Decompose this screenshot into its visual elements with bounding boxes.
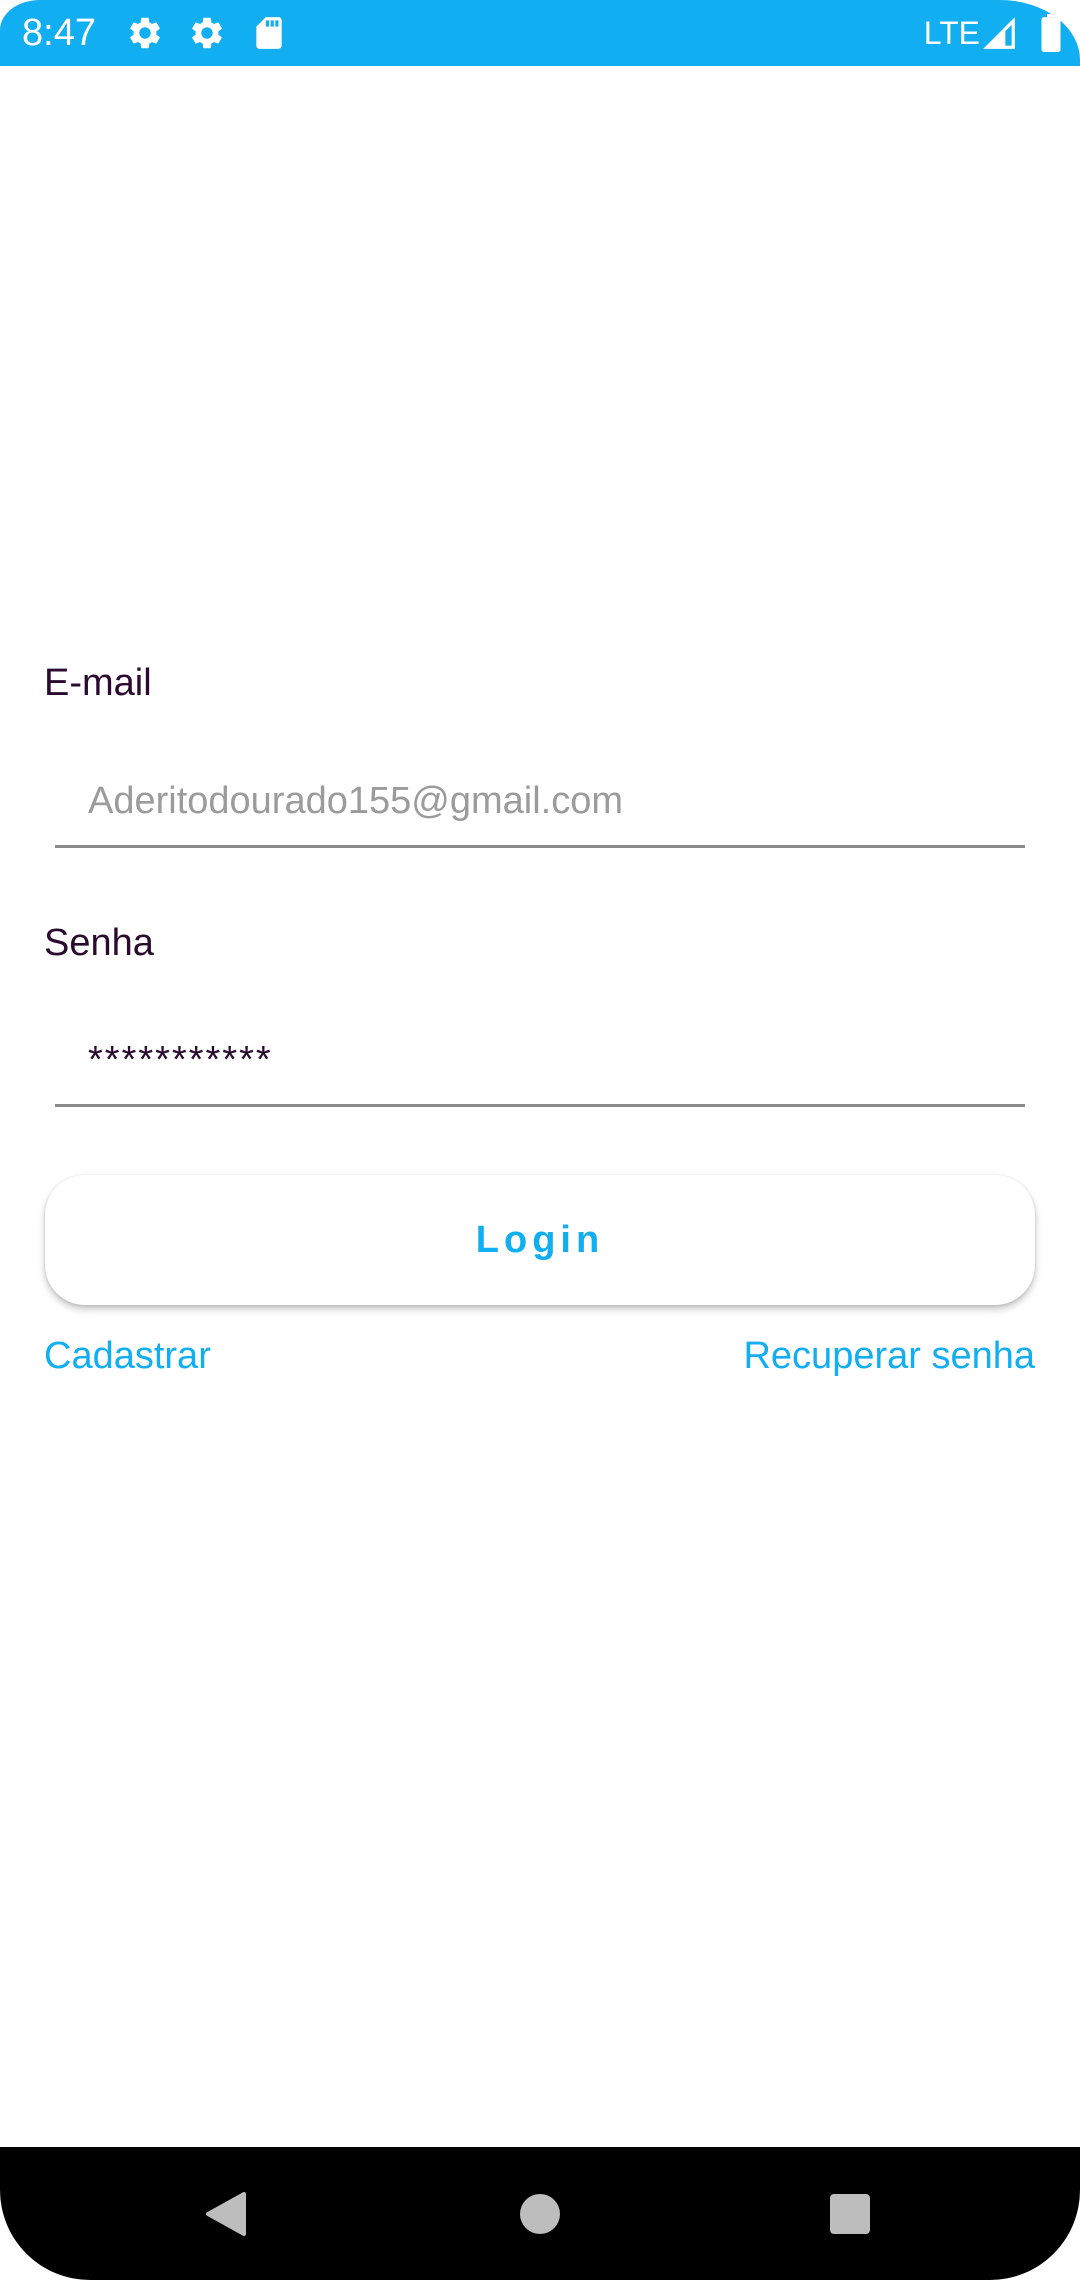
battery-icon (1041, 14, 1061, 52)
back-icon (206, 2191, 246, 2236)
login-button[interactable]: Login (45, 1175, 1035, 1305)
email-field[interactable] (55, 758, 1025, 848)
back-button[interactable] (146, 2147, 306, 2280)
password-field[interactable] (55, 1017, 1025, 1107)
home-icon (520, 2193, 560, 2234)
settings-icon (192, 17, 222, 49)
recents-icon (830, 2193, 870, 2234)
signal-icon (983, 17, 1015, 49)
register-link[interactable]: Cadastrar (44, 1333, 211, 1379)
network-type: LTE (923, 15, 980, 51)
email-label: E-mail (44, 662, 152, 704)
navigation-bar (0, 2147, 1080, 2280)
recents-button[interactable] (770, 2147, 930, 2280)
status-time: 8:47 (22, 12, 96, 54)
password-label: Senha (44, 922, 154, 964)
login-screen: 8:47 LTE E-mail Senha Login Cadastrar Re… (0, 0, 1080, 2280)
recover-password-link[interactable]: Recuperar senha (743, 1333, 1035, 1379)
sd-card-icon (256, 17, 282, 49)
home-button[interactable] (460, 2147, 620, 2280)
status-bar: 8:47 LTE (0, 0, 1080, 66)
settings-icon (130, 17, 160, 49)
